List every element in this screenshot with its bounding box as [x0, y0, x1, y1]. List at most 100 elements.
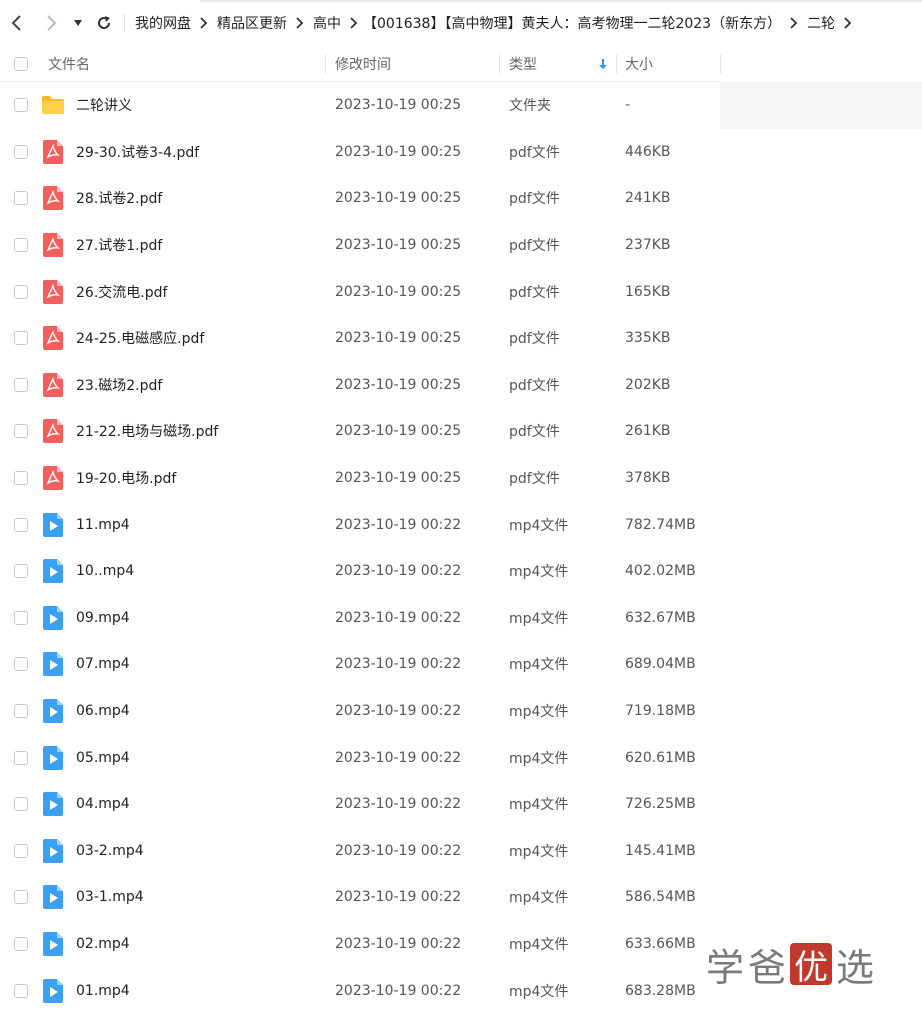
row-checkbox[interactable] [14, 890, 28, 905]
row-checkbox[interactable] [14, 424, 28, 439]
file-name[interactable]: 29-30.试卷3-4.pdf [76, 129, 199, 176]
table-row[interactable]: 09.mp4 2023-10-19 00:22 mp4文件 632.67MB [0, 595, 922, 642]
file-type: mp4文件 [509, 610, 569, 627]
table-row[interactable]: 04.mp4 2023-10-19 00:22 mp4文件 726.25MB [0, 781, 922, 828]
table-row[interactable]: 二轮讲义 2023-10-19 00:25 文件夹 - [0, 82, 922, 129]
breadcrumb: 我的网盘 精品区更新 高中 【001638】【高中物理】黄夫人：高考物理一二轮2… [135, 13, 861, 33]
file-type: pdf文件 [509, 424, 560, 441]
row-checkbox[interactable] [14, 238, 28, 253]
file-name[interactable]: 11.mp4 [76, 501, 130, 548]
file-modified-time: 2023-10-19 00:22 [335, 609, 462, 626]
row-checkbox[interactable] [14, 144, 28, 159]
file-name[interactable]: 二轮讲义 [76, 82, 132, 129]
table-row[interactable]: 23.磁场2.pdf 2023-10-19 00:25 pdf文件 202KB [0, 362, 922, 409]
file-name[interactable]: 03-2.mp4 [76, 828, 144, 875]
table-row[interactable]: 10..mp4 2023-10-19 00:22 mp4文件 402.02MB [0, 548, 922, 595]
table-row[interactable]: 28.试卷2.pdf 2023-10-19 00:25 pdf文件 241KB [0, 175, 922, 222]
column-header-size[interactable]: 大小 [625, 46, 653, 82]
file-size: 689.04MB [625, 656, 696, 673]
breadcrumb-item-course[interactable]: 【001638】【高中物理】黄夫人：高考物理一二轮2023（新东方） [363, 13, 781, 33]
file-name[interactable]: 04.mp4 [76, 781, 130, 828]
select-all-checkbox[interactable] [14, 57, 28, 71]
file-name[interactable]: 21-22.电场与磁场.pdf [76, 408, 218, 455]
row-checkbox-wrap [14, 967, 28, 1014]
row-checkbox[interactable] [14, 657, 28, 672]
row-checkbox-wrap [14, 548, 28, 595]
row-checkbox[interactable] [14, 98, 28, 113]
file-modified-time: 2023-10-19 00:22 [335, 889, 462, 906]
row-checkbox[interactable] [14, 750, 28, 765]
toolbar: 我的网盘 精品区更新 高中 【001638】【高中物理】黄夫人：高考物理一二轮2… [0, 0, 922, 46]
row-checkbox-wrap [14, 874, 28, 921]
row-checkbox-wrap [14, 129, 28, 176]
file-name[interactable]: 06.mp4 [76, 688, 130, 735]
table-row[interactable]: 27.试卷1.pdf 2023-10-19 00:25 pdf文件 237KB [0, 222, 922, 269]
breadcrumb-item-my-drive[interactable]: 我的网盘 [135, 13, 191, 33]
row-checkbox[interactable] [14, 191, 28, 206]
video-icon [40, 967, 66, 1014]
pdf-icon [40, 175, 66, 222]
row-checkbox[interactable] [14, 331, 28, 346]
back-button[interactable] [0, 0, 34, 46]
row-checkbox[interactable] [14, 797, 28, 812]
table-row[interactable]: 06.mp4 2023-10-19 00:22 mp4文件 719.18MB [0, 688, 922, 735]
file-name[interactable]: 19-20.电场.pdf [76, 455, 176, 502]
file-size: 237KB [625, 237, 671, 254]
breadcrumb-item-current[interactable]: 二轮 [807, 13, 835, 33]
file-name[interactable]: 23.磁场2.pdf [76, 362, 162, 409]
row-checkbox-wrap [14, 734, 28, 781]
file-name[interactable]: 27.试卷1.pdf [76, 222, 162, 269]
table-row[interactable]: 29-30.试卷3-4.pdf 2023-10-19 00:25 pdf文件 446K… [0, 129, 922, 176]
sort-descending-icon[interactable] [598, 46, 608, 82]
table-row[interactable]: 03-2.mp4 2023-10-19 00:22 mp4文件 145.41MB [0, 828, 922, 875]
column-header-name[interactable]: 文件名 [48, 46, 90, 82]
table-row[interactable]: 24-25.电磁感应.pdf 2023-10-19 00:25 pdf文件 335KB [0, 315, 922, 362]
table-row[interactable]: 11.mp4 2023-10-19 00:22 mp4文件 782.74MB [0, 501, 922, 548]
file-name[interactable]: 01.mp4 [76, 967, 130, 1014]
table-row[interactable]: 26.交流电.pdf 2023-10-19 00:25 pdf文件 165KB [0, 268, 922, 315]
file-name[interactable]: 02.mp4 [76, 921, 130, 968]
breadcrumb-item-featured[interactable]: 精品区更新 [217, 13, 287, 33]
file-name[interactable]: 07.mp4 [76, 641, 130, 688]
row-checkbox[interactable] [14, 564, 28, 579]
file-name[interactable]: 24-25.电磁感应.pdf [76, 315, 204, 362]
file-type: mp4文件 [509, 936, 569, 953]
table-row[interactable]: 21-22.电场与磁场.pdf 2023-10-19 00:25 pdf文件 261K… [0, 408, 922, 455]
row-checkbox[interactable] [14, 704, 28, 719]
table-row[interactable]: 07.mp4 2023-10-19 00:22 mp4文件 689.04MB [0, 641, 922, 688]
forward-button[interactable] [34, 0, 68, 46]
refresh-button[interactable] [88, 0, 120, 46]
table-row[interactable]: 05.mp4 2023-10-19 00:22 mp4文件 620.61MB [0, 734, 922, 781]
row-checkbox[interactable] [14, 936, 28, 951]
row-checkbox-wrap [14, 222, 28, 269]
file-name[interactable]: 10..mp4 [76, 548, 134, 595]
column-header-modified[interactable]: 修改时间 [335, 46, 391, 82]
column-header-type[interactable]: 类型 [509, 46, 537, 82]
file-type: mp4文件 [509, 843, 569, 860]
file-name[interactable]: 28.试卷2.pdf [76, 175, 162, 222]
row-checkbox[interactable] [14, 610, 28, 625]
file-name[interactable]: 26.交流电.pdf [76, 268, 167, 315]
file-size: 683.28MB [625, 982, 696, 999]
row-checkbox[interactable] [14, 983, 28, 998]
column-divider[interactable] [720, 54, 721, 74]
row-checkbox[interactable] [14, 284, 28, 299]
column-divider[interactable] [616, 54, 617, 74]
file-name[interactable]: 09.mp4 [76, 595, 130, 642]
file-size: 726.25MB [625, 796, 696, 813]
video-icon [40, 595, 66, 642]
column-divider[interactable] [499, 54, 500, 74]
file-name[interactable]: 03-1.mp4 [76, 874, 144, 921]
file-name[interactable]: 05.mp4 [76, 734, 130, 781]
history-dropdown-button[interactable] [68, 0, 88, 46]
column-divider[interactable] [325, 54, 326, 74]
file-size: 261KB [625, 423, 671, 440]
row-checkbox[interactable] [14, 377, 28, 392]
caret-down-icon [74, 20, 82, 26]
row-checkbox[interactable] [14, 471, 28, 486]
row-checkbox[interactable] [14, 843, 28, 858]
row-checkbox[interactable] [14, 517, 28, 532]
breadcrumb-item-highschool[interactable]: 高中 [313, 13, 341, 33]
table-row[interactable]: 19-20.电场.pdf 2023-10-19 00:25 pdf文件 378KB [0, 455, 922, 502]
table-row[interactable]: 03-1.mp4 2023-10-19 00:22 mp4文件 586.54MB [0, 874, 922, 921]
